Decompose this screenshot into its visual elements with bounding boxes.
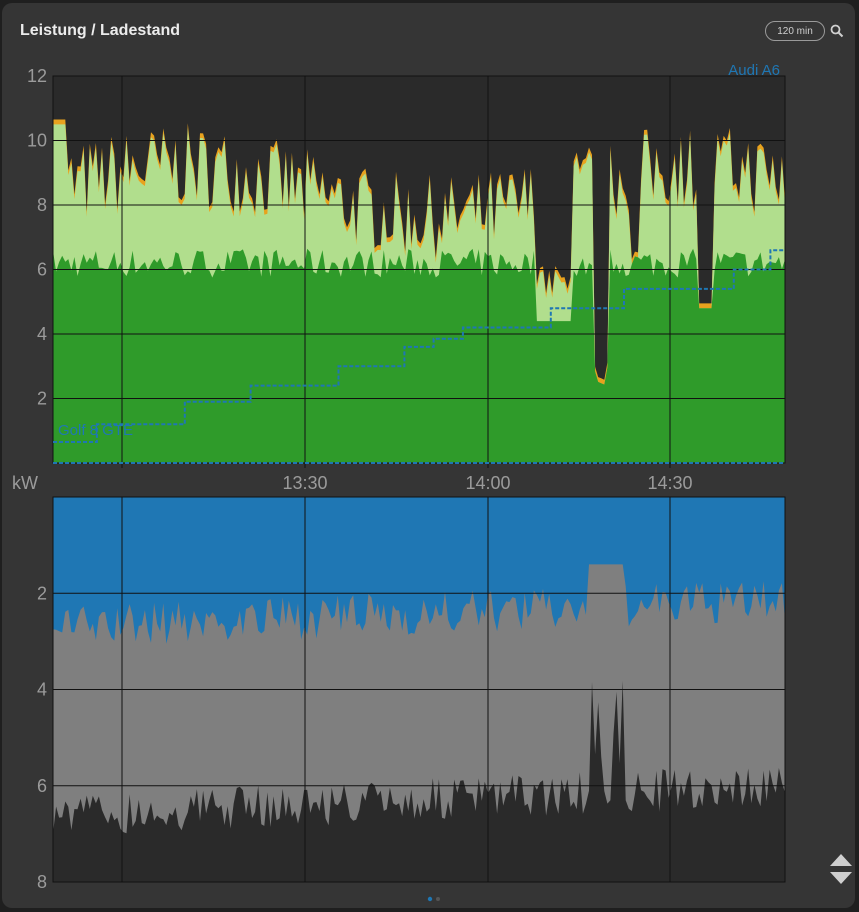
lower-y-tick-label: 6 xyxy=(37,776,47,796)
power-chart: 2 4 6 8 10 12 Audi A6 Golf 8 GTE 13:30 14:00 14:30… xyxy=(12,62,786,892)
lower-y-tick-label: 2 xyxy=(37,583,47,603)
upper-y-tick-label: 2 xyxy=(37,389,47,409)
x-tick-label: 14:30 xyxy=(647,473,692,493)
upper-y-tick-label: 6 xyxy=(37,260,47,280)
upper-y-tick-label: 8 xyxy=(37,195,47,215)
page-indicator[interactable] xyxy=(426,896,442,902)
x-tick-label: 13:30 xyxy=(282,473,327,493)
upper-y-tick-label: 10 xyxy=(27,131,47,151)
upper-y-tick-label: 12 xyxy=(27,66,47,86)
golf-gte-label: Golf 8 GTE xyxy=(58,422,133,439)
audi-a6-label: Audi A6 xyxy=(728,62,780,79)
lower-y-tick-label: 4 xyxy=(37,680,47,700)
x-tick-label: 14:00 xyxy=(465,473,510,493)
upper-y-tick-label: 4 xyxy=(37,324,47,344)
y-axis-unit-label: kW xyxy=(12,473,38,493)
self-consumption-area xyxy=(53,248,785,463)
lower-y-tick-label: 8 xyxy=(37,872,47,892)
sort-updown-icon[interactable] xyxy=(829,853,853,885)
